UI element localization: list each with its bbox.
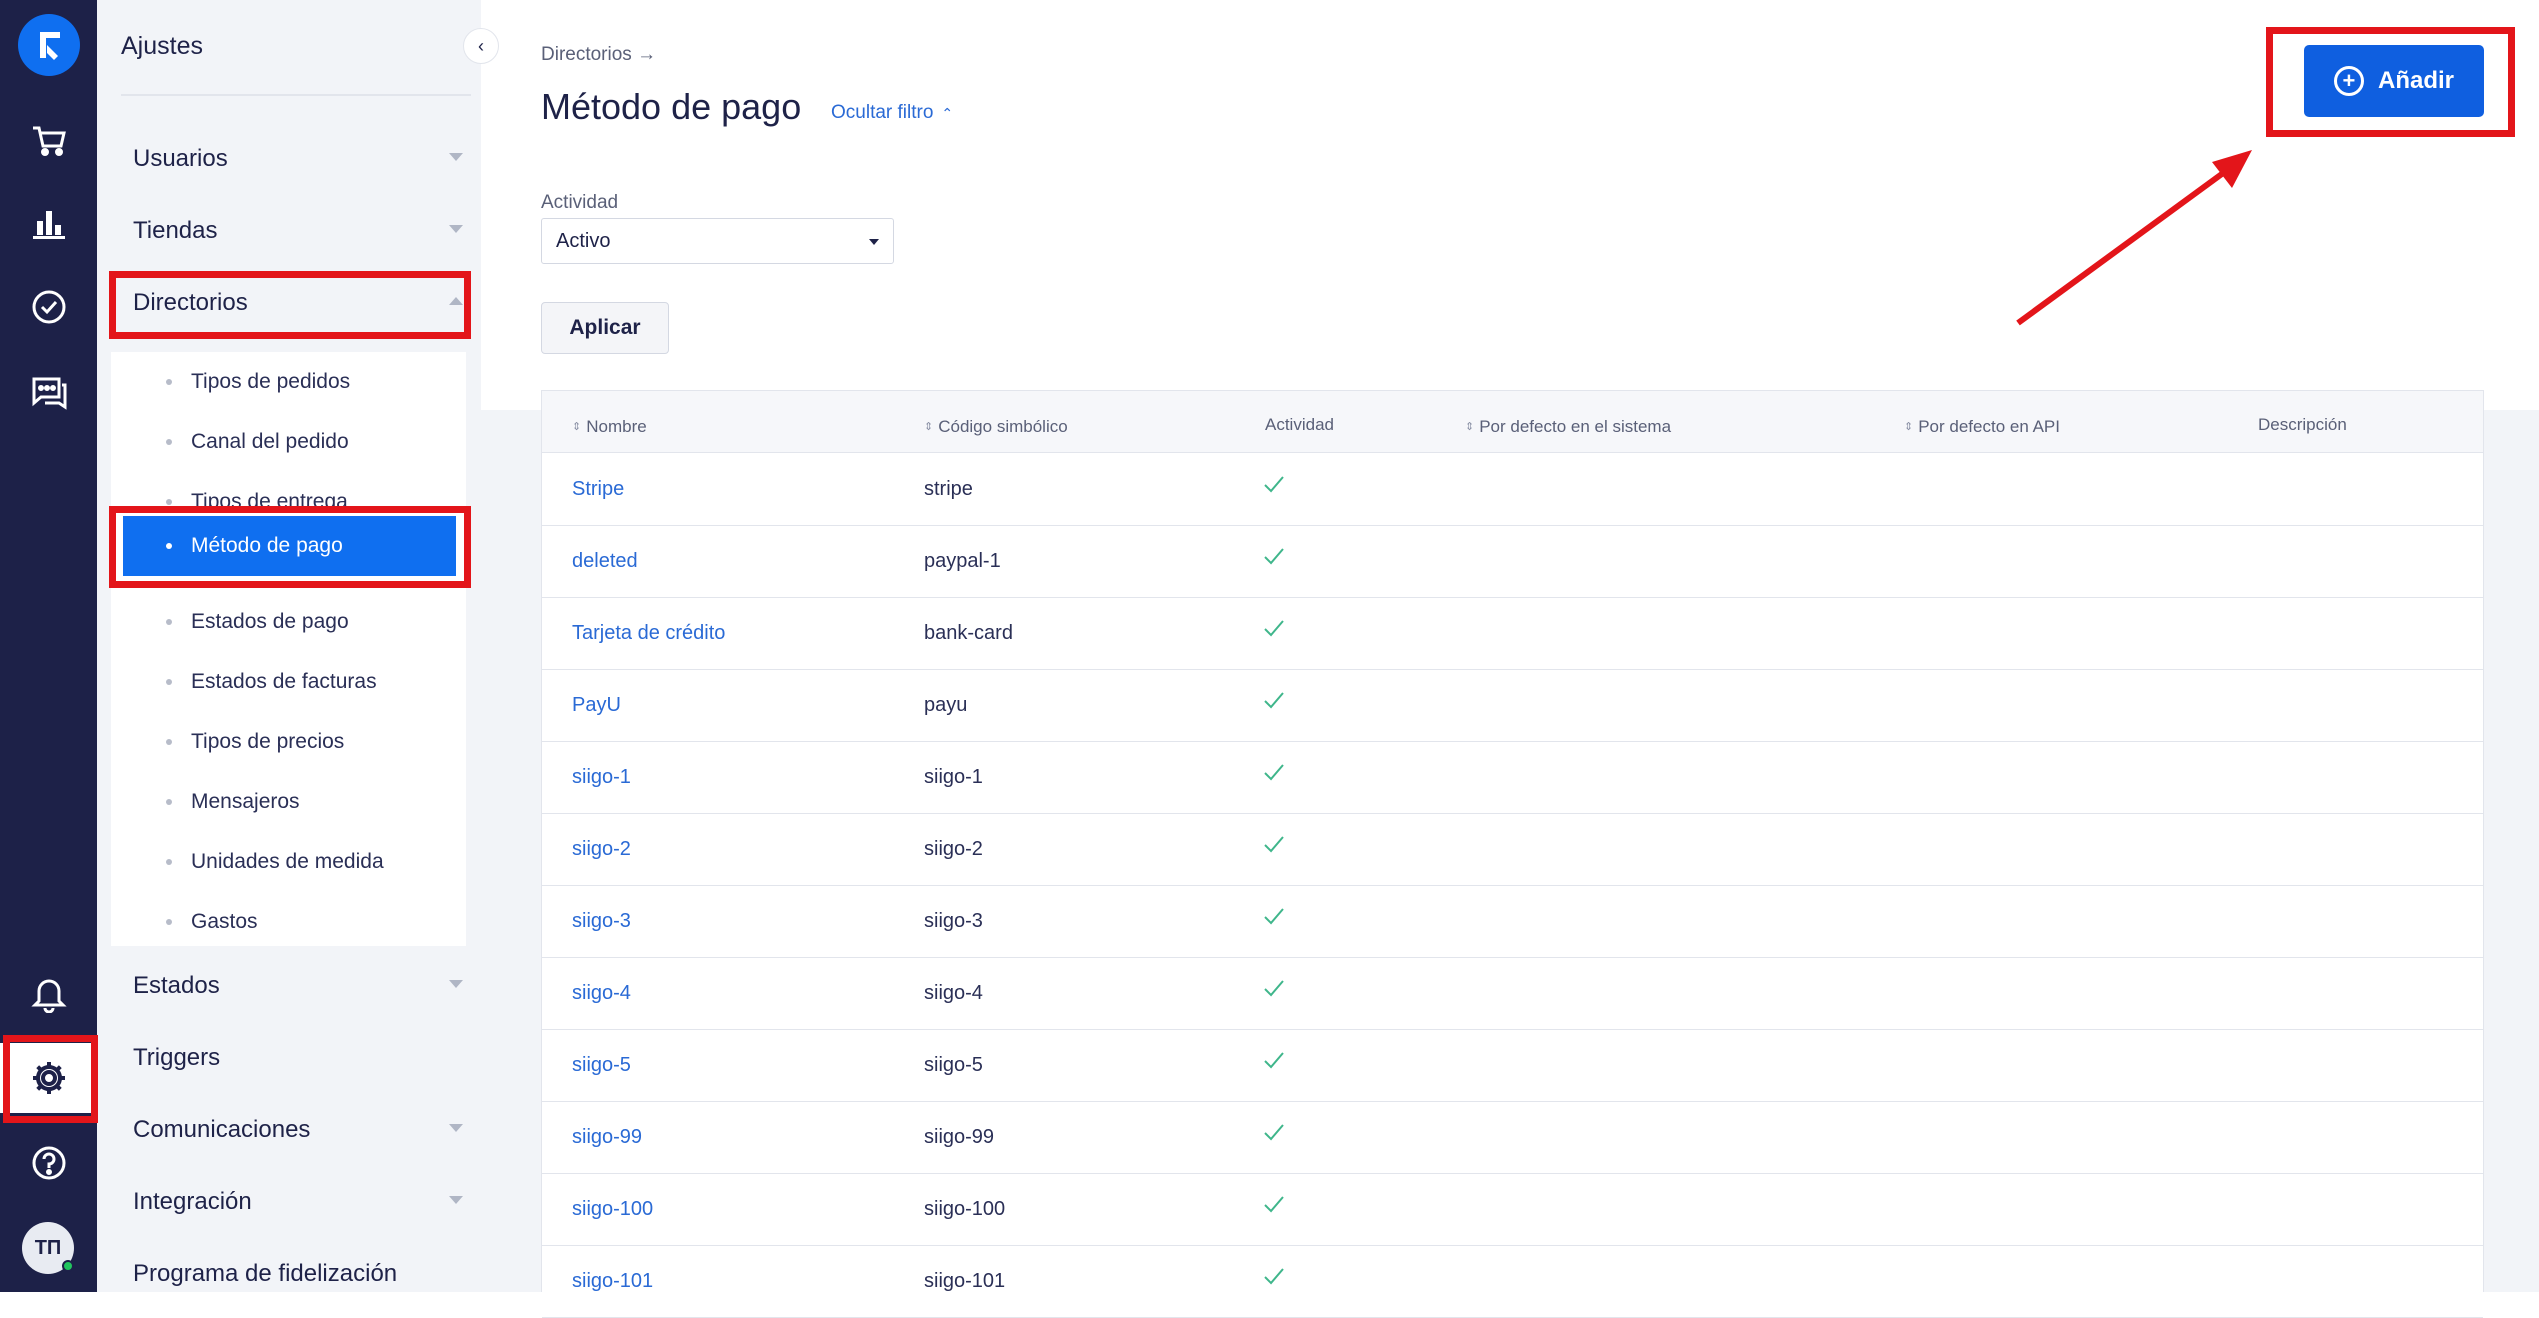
annotation-arrow — [2016, 150, 2252, 326]
